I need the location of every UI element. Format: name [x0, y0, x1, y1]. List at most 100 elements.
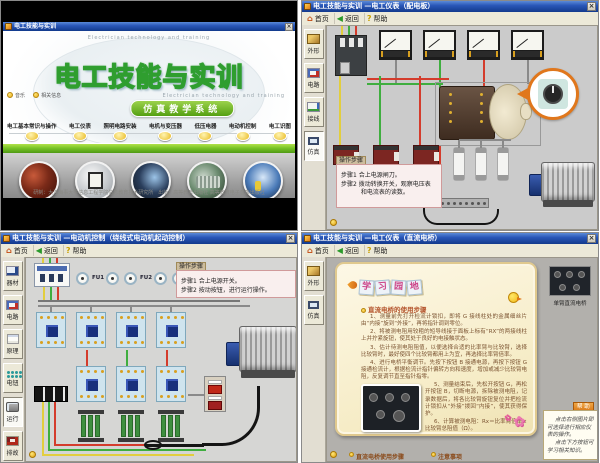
back-button[interactable]: ◀返回 [335, 13, 365, 24]
content-paragraphs: 1、测量前先打开检流计锁扣，即将 G 接线柱处的金属细丝片由“内接”旋到“外接”… [361, 314, 527, 434]
main-breaker[interactable] [335, 35, 367, 76]
fuse-holder [106, 272, 119, 285]
help-label: 帮助 [374, 246, 388, 256]
contactor [156, 312, 186, 348]
analog-meter [423, 30, 456, 60]
home-label: 首页 [315, 246, 329, 256]
window-title: 电工技能与实训 —电工仪表（配电板） [313, 1, 585, 12]
back-label: 返回 [345, 14, 359, 24]
tools-red-icon [6, 436, 19, 446]
window-title: 电工技能与实训 [14, 22, 283, 31]
wire [57, 287, 59, 300]
title-bar[interactable]: 电工技能与实训 —电工仪表（配电板） × [302, 1, 598, 12]
menu-item-motors-transformers[interactable]: 电机与变压器 [149, 122, 182, 141]
sidebar-item-appearance[interactable]: 外形 [304, 261, 324, 291]
transfer-switch[interactable] [439, 86, 495, 140]
back-button[interactable]: ◀返回 [335, 245, 365, 256]
menu-oval-icon [113, 131, 127, 141]
wire [339, 76, 341, 146]
menu-oval-icon [25, 131, 39, 141]
book-icon [7, 334, 19, 344]
back-icon: ◀ [36, 247, 42, 255]
menu-item-lighting[interactable]: 照明电路安装 [103, 122, 136, 141]
menu-item-motor-control[interactable]: 电动机控制 [229, 122, 257, 141]
knob-pointer [552, 86, 554, 93]
main-menu: 电工基本常识与操作 电工仪表 照明电路安装 电机与变压器 低压电器 电动机控制 … [7, 122, 291, 141]
breaker-rocker[interactable] [49, 274, 54, 282]
help-button[interactable]: ?帮助 [365, 13, 393, 24]
title-bar[interactable]: 电工技能与实训 × [3, 22, 295, 31]
window-title: 电工技能与实训 —电工仪表（直流电桥） [313, 233, 585, 244]
motor-body [239, 326, 297, 372]
menu-item-diagrams[interactable]: 电工识图 [269, 122, 291, 141]
knife-switch[interactable] [34, 386, 68, 402]
circuit-breaker[interactable] [34, 263, 70, 287]
sidebar-item-simulation[interactable]: 仿真 [304, 295, 324, 325]
callout-pointer [517, 88, 528, 100]
back-button[interactable]: ◀返回 [34, 245, 64, 256]
sidebar-item-equipment[interactable]: 器材 [3, 261, 23, 291]
starting-resistors [158, 410, 184, 442]
sidebar-item-circuit[interactable]: 电路 [304, 63, 324, 93]
help-button[interactable]: ?帮助 [365, 245, 393, 256]
magnifier-callout[interactable] [527, 68, 579, 120]
cable-loop [144, 440, 162, 450]
wire [42, 454, 194, 456]
analog-meter [379, 30, 412, 60]
sidebar-item-troubleshoot[interactable]: 排故 [3, 431, 23, 461]
sidebar-item-run[interactable]: 运行 [3, 397, 23, 427]
sidebar-item-wiring[interactable]: 接线 [304, 97, 324, 127]
app-icon [304, 3, 311, 10]
music-icon[interactable] [330, 219, 337, 226]
leaf-icon [347, 279, 358, 290]
help-icon: ? [66, 247, 71, 255]
sidebar-item-appearance[interactable]: 外形 [304, 29, 324, 59]
thumbnail-label: 单臂直流电桥 [543, 299, 597, 307]
breaker-rocker[interactable] [58, 274, 63, 282]
wire [419, 76, 421, 146]
close-button[interactable]: × [587, 234, 596, 243]
close-button[interactable]: × [285, 23, 293, 31]
content-area: 学习园地 直流电桥的使用步骤 1、测量前先打开检流计锁扣，即将 G 接线柱处的金… [326, 257, 598, 462]
sidebar-item-circuit[interactable]: 电路 [3, 295, 23, 325]
close-button[interactable]: × [587, 2, 596, 11]
fuse-holder [124, 272, 137, 285]
music-icon[interactable] [29, 451, 36, 458]
paragraph: 4、进行电桥平衡调节。先按下按钮 B 接通电源，再按下按钮 G 接通检流计，根据… [361, 360, 527, 381]
wire [43, 287, 45, 300]
paragraph: 2、将被测电阻用较粗的短导线接于面板上标有“RX”的两接线柱上并拧紧旋钮，使其处… [361, 329, 527, 343]
sidebar: 器材 电路 原理 电钮 运行 排故 [1, 257, 25, 462]
sidebar-item-principle[interactable]: 原理 [3, 329, 23, 359]
sidebar-item-buttons[interactable]: 电钮 [3, 363, 23, 393]
help-line: 点击右侧图片即可选择进行相应仪表的操作。 [547, 417, 595, 440]
starting-resistors [118, 410, 144, 442]
simulation-canvas: FU1 FU2 [25, 257, 297, 462]
contactor [116, 366, 146, 402]
home-button[interactable]: ⌂首页 [305, 13, 335, 24]
contactor [156, 366, 186, 402]
breaker-handle[interactable] [340, 62, 350, 74]
breaker-rocker[interactable] [40, 274, 45, 282]
home-icon: ⌂ [307, 15, 313, 23]
motor [527, 160, 598, 216]
music-icon[interactable] [330, 451, 337, 458]
sidebar-item-simulation[interactable]: 仿真 [304, 131, 324, 161]
close-button[interactable]: × [286, 234, 295, 243]
bridge-thumbnail[interactable] [549, 266, 591, 296]
circuit-icon [6, 300, 19, 310]
wire [50, 287, 52, 300]
current-transformer [413, 145, 439, 165]
contactor [76, 312, 106, 348]
menu-item-lowvoltage[interactable]: 低压电器 [194, 122, 216, 141]
home-button[interactable]: ⌂首页 [4, 245, 34, 256]
menu-item-basics[interactable]: 电工基本常识与操作 [7, 122, 57, 141]
help-note: 点击右侧图片即可选择进行相应仪表的操作。 点击下方按钮可学习相关知识。 [543, 410, 598, 460]
link-precautions[interactable]: 注意事项 [431, 444, 462, 462]
title-bar[interactable]: 电工技能与实训 —电动机控制（绕线式电动机起动控制） × [1, 233, 297, 244]
title-bar[interactable]: 电工技能与实训 —电工仪表（直流电桥） × [302, 233, 598, 244]
home-button[interactable]: ⌂首页 [305, 245, 335, 256]
link-usage-steps[interactable]: 直流电桥使用步骤 [349, 444, 404, 462]
home-label: 首页 [14, 246, 28, 256]
help-button[interactable]: ?帮助 [64, 245, 92, 256]
menu-item-meters[interactable]: 电工仪表 [69, 122, 91, 141]
